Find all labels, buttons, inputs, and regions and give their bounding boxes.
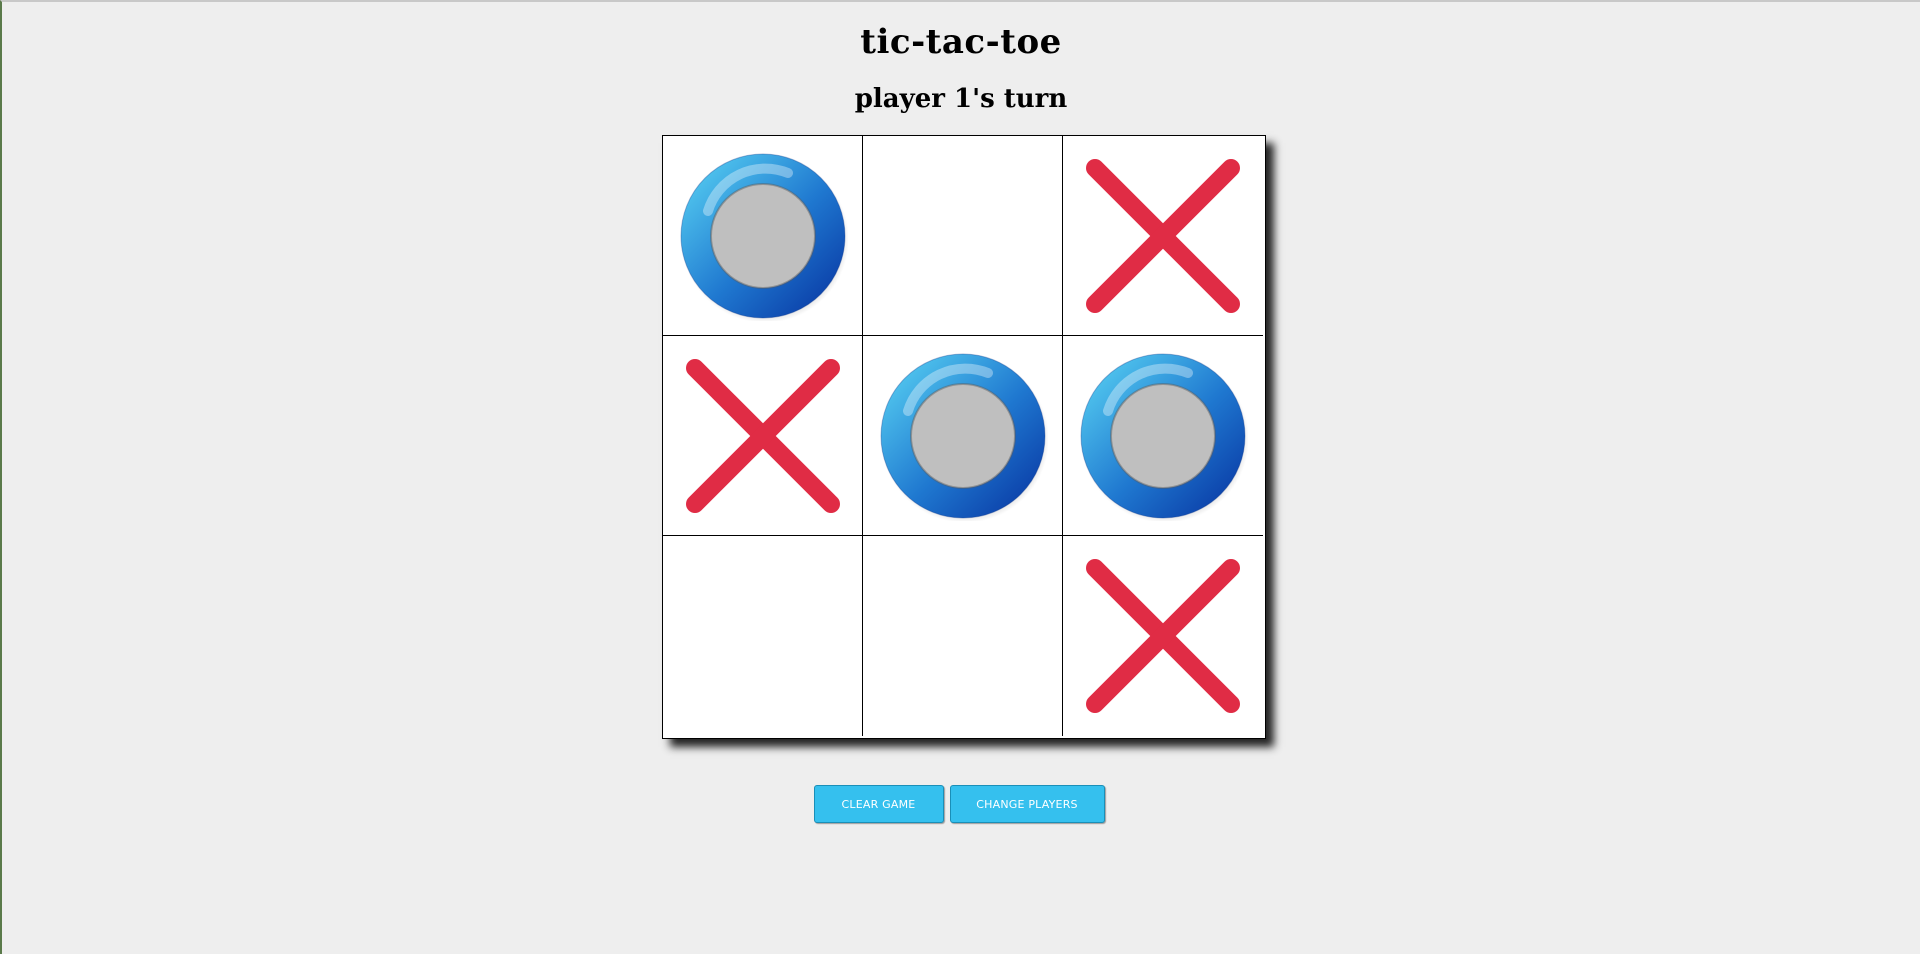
board-cell-1-1[interactable] — [863, 336, 1063, 536]
board-cell-1-2[interactable] — [1063, 336, 1263, 536]
x-mark-icon — [1083, 556, 1243, 716]
game-page: tic-tac-toe player 1's turn CLEAR GAME C… — [2, 2, 1920, 954]
board-cell-2-0[interactable] — [663, 536, 863, 736]
controls: CLEAR GAME CHANGE PLAYERS — [2, 785, 1920, 823]
board-cell-0-0[interactable] — [663, 136, 863, 336]
change-players-button[interactable]: CHANGE PLAYERS — [949, 785, 1105, 823]
board-cell-0-2[interactable] — [1063, 136, 1263, 336]
o-mark-icon — [878, 351, 1048, 521]
o-mark-icon — [678, 151, 848, 321]
board-cell-2-1[interactable] — [863, 536, 1063, 736]
game-board — [662, 135, 1266, 739]
clear-game-button[interactable]: CLEAR GAME — [813, 785, 944, 823]
board-cell-2-2[interactable] — [1063, 536, 1263, 736]
board-cell-0-1[interactable] — [863, 136, 1063, 336]
board-cell-1-0[interactable] — [663, 336, 863, 536]
o-mark-icon — [1078, 351, 1248, 521]
page-title: tic-tac-toe — [860, 22, 1062, 62]
x-mark-icon — [1083, 156, 1243, 316]
x-mark-icon — [683, 356, 843, 516]
turn-status: player 1's turn — [854, 84, 1068, 114]
